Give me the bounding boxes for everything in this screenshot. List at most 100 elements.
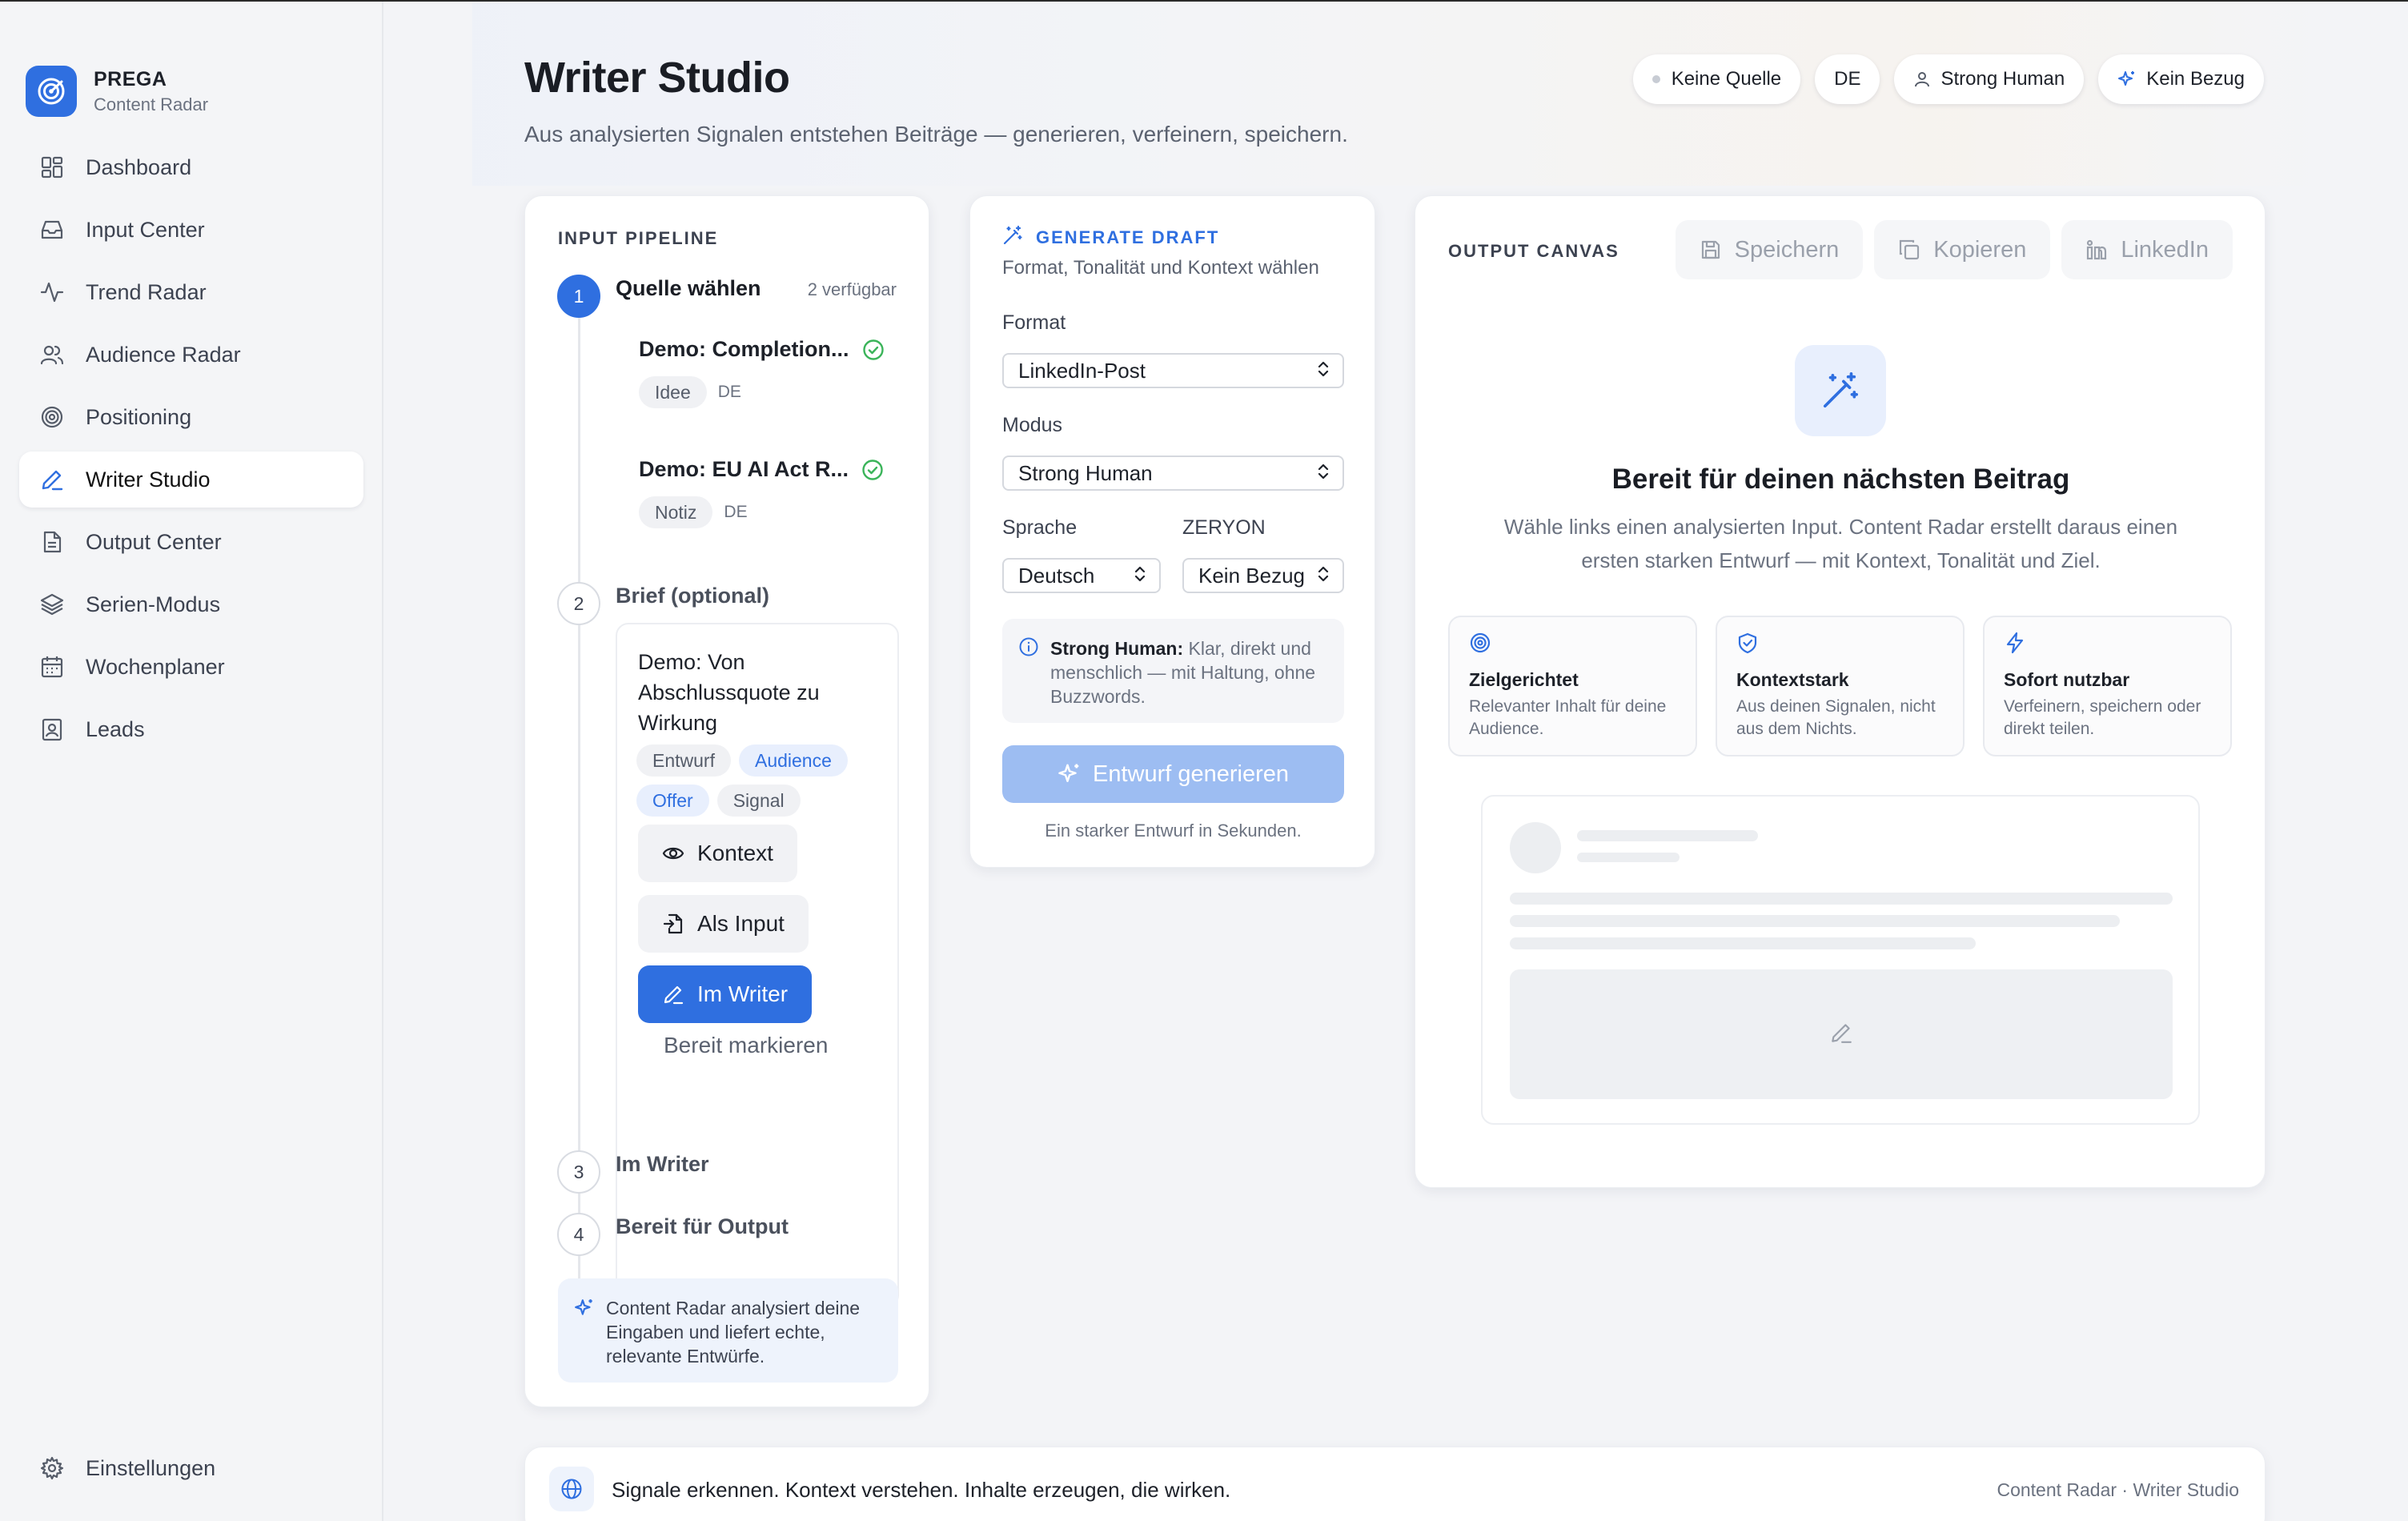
sparkle-icon	[2117, 70, 2137, 89]
source-title: Demo: EU AI Act R...	[639, 457, 849, 481]
format-select[interactable]: LinkedIn-Post	[1002, 353, 1344, 388]
button-label: Als Input	[697, 911, 785, 936]
contact-icon	[38, 715, 66, 744]
chip-source[interactable]: Keine Quelle	[1632, 54, 1801, 104]
generate-draft-card: GENERATE DRAFT Format, Tonalität und Kon…	[969, 195, 1375, 868]
sidebar-item-writer-studio[interactable]: Writer Studio	[19, 451, 363, 508]
feature-description: Aus deinen Signalen, nicht aus dem Nicht…	[1736, 697, 1936, 738]
step-title[interactable]: Bereit für Output	[616, 1214, 789, 1239]
generate-draft-button[interactable]: Entwurf generieren	[1002, 745, 1344, 803]
pen-icon	[38, 465, 66, 494]
feature-card: Sofort nutzbar Verfeinern, speichern ode…	[1983, 616, 2232, 756]
chip-label: DE	[1834, 68, 1861, 90]
select-arrows-icon	[1317, 564, 1330, 588]
draft-skeleton-preview	[1481, 795, 2200, 1125]
reference-select[interactable]: Kein Bezug	[1182, 558, 1344, 593]
sidebar-item-audience-radar[interactable]: Audience Radar	[19, 327, 363, 383]
brief-tag: Offer	[636, 785, 709, 817]
step-number[interactable]: 2	[557, 582, 600, 625]
feature-card: Kontextstark Aus deinen Signalen, nicht …	[1716, 616, 1965, 756]
sidebar: PREGA Content Radar Dashboard Input Cent…	[0, 2, 383, 1521]
format-label: Format	[1002, 311, 1066, 334]
source-language: DE	[724, 503, 748, 521]
sidebar-item-label: Audience Radar	[86, 342, 241, 367]
output-actions: Speichern Kopieren LinkedIn	[1675, 220, 2233, 279]
radar-logo-icon	[26, 66, 77, 117]
save-icon	[1700, 239, 1722, 261]
document-icon	[38, 528, 66, 556]
sidebar-item-label: Input Center	[86, 217, 205, 242]
select-value: Strong Human	[1018, 460, 1153, 485]
in-writer-button[interactable]: Im Writer	[638, 965, 813, 1023]
chip-language[interactable]: DE	[1815, 54, 1880, 104]
inbox-icon	[38, 215, 66, 244]
sidebar-item-leads[interactable]: Leads	[19, 701, 363, 757]
select-arrows-icon	[1317, 461, 1330, 486]
chip-reference[interactable]: Kein Bezug	[2098, 54, 2264, 104]
source-item[interactable]: Demo: EU AI Act R... Notiz DE	[639, 457, 895, 528]
footer-bar: Signale erkennen. Kontext verstehen. Inh…	[524, 1447, 2266, 1521]
input-pipeline-card: INPUT PIPELINE 1 Quelle wählen 2 verfügb…	[524, 195, 929, 1407]
sidebar-item-wochenplaner[interactable]: Wochenplaner	[19, 639, 363, 695]
feature-description: Verfeinern, speichern oder direkt teilen…	[2004, 697, 2201, 738]
gear-icon	[38, 1454, 66, 1483]
section-label: OUTPUT CANVAS	[1448, 241, 1619, 261]
sidebar-item-serien-modus[interactable]: Serien-Modus	[19, 576, 363, 632]
source-item[interactable]: Demo: Completion... Idee DE	[639, 337, 895, 408]
source-tag: Notiz	[639, 496, 713, 528]
sidebar-item-settings[interactable]: Einstellungen	[19, 1440, 363, 1496]
magic-wand-icon	[1002, 225, 1023, 250]
sidebar-item-label: Serien-Modus	[86, 592, 221, 616]
mode-info: Strong Human: Klar, direkt und menschlic…	[1002, 619, 1344, 723]
chip-mode[interactable]: Strong Human	[1894, 54, 2085, 104]
step-number[interactable]: 3	[557, 1150, 600, 1194]
linkedin-button[interactable]: LinkedIn	[2061, 220, 2233, 279]
skeleton-avatar	[1510, 822, 1561, 873]
brief-tag: Entwurf	[636, 744, 731, 777]
feature-card: Zielgerichtet Relevanter Inhalt für dein…	[1448, 616, 1697, 756]
save-button[interactable]: Speichern	[1675, 220, 1864, 279]
step-title[interactable]: Brief (optional)	[616, 584, 769, 608]
context-button[interactable]: Kontext	[638, 825, 797, 882]
copy-button[interactable]: Kopieren	[1874, 220, 2051, 279]
step-title[interactable]: Quelle wählen	[616, 276, 761, 301]
sidebar-item-output-center[interactable]: Output Center	[19, 514, 363, 570]
mark-ready-button[interactable]: Bereit markieren	[664, 1033, 828, 1058]
step-number[interactable]: 1	[557, 275, 600, 318]
empty-state-title: Bereit für deinen nächsten Beitrag	[1611, 464, 2070, 495]
eye-icon	[662, 842, 684, 865]
feature-title: Zielgerichtet	[1469, 669, 1579, 690]
skeleton-line	[1510, 937, 1976, 949]
reference-label: ZERYON	[1182, 516, 1266, 539]
pipeline-info: Content Radar analysiert deine Eingaben …	[558, 1278, 898, 1383]
chip-label: Keine Quelle	[1671, 68, 1782, 90]
check-circle-icon	[861, 459, 884, 481]
skeleton-media	[1510, 969, 2173, 1099]
generate-note: Ein starker Entwurf in Sekunden.	[1045, 821, 1302, 841]
language-select[interactable]: Deutsch	[1002, 558, 1161, 593]
button-label: Kopieren	[1933, 236, 2027, 263]
lightning-icon	[2004, 632, 2026, 657]
sidebar-item-label: Writer Studio	[86, 467, 211, 492]
brief-tag: Signal	[716, 785, 801, 817]
brand-name: PREGA	[94, 67, 167, 90]
copy-icon	[1898, 239, 1920, 261]
chip-label: Strong Human	[1940, 68, 2065, 90]
pen-icon	[662, 983, 684, 1005]
sidebar-item-label: Output Center	[86, 529, 222, 554]
step-title[interactable]: Im Writer	[616, 1152, 709, 1177]
step-number[interactable]: 4	[557, 1213, 600, 1256]
sidebar-item-trend-radar[interactable]: Trend Radar	[19, 264, 363, 320]
sidebar-item-dashboard[interactable]: Dashboard	[19, 139, 363, 195]
pen-icon	[1829, 1021, 1853, 1049]
layers-icon	[38, 590, 66, 619]
button-label: Kontext	[697, 841, 773, 865]
sidebar-nav: Dashboard Input Center Trend Radar Audie…	[19, 139, 363, 764]
sidebar-item-input-center[interactable]: Input Center	[19, 202, 363, 258]
as-input-button[interactable]: Als Input	[638, 895, 809, 953]
select-arrows-icon	[1134, 564, 1146, 588]
sidebar-item-positioning[interactable]: Positioning	[19, 389, 363, 445]
status-dot-icon	[1651, 75, 1660, 83]
brand[interactable]: PREGA Content Radar	[26, 66, 208, 117]
mode-select[interactable]: Strong Human	[1002, 455, 1344, 491]
